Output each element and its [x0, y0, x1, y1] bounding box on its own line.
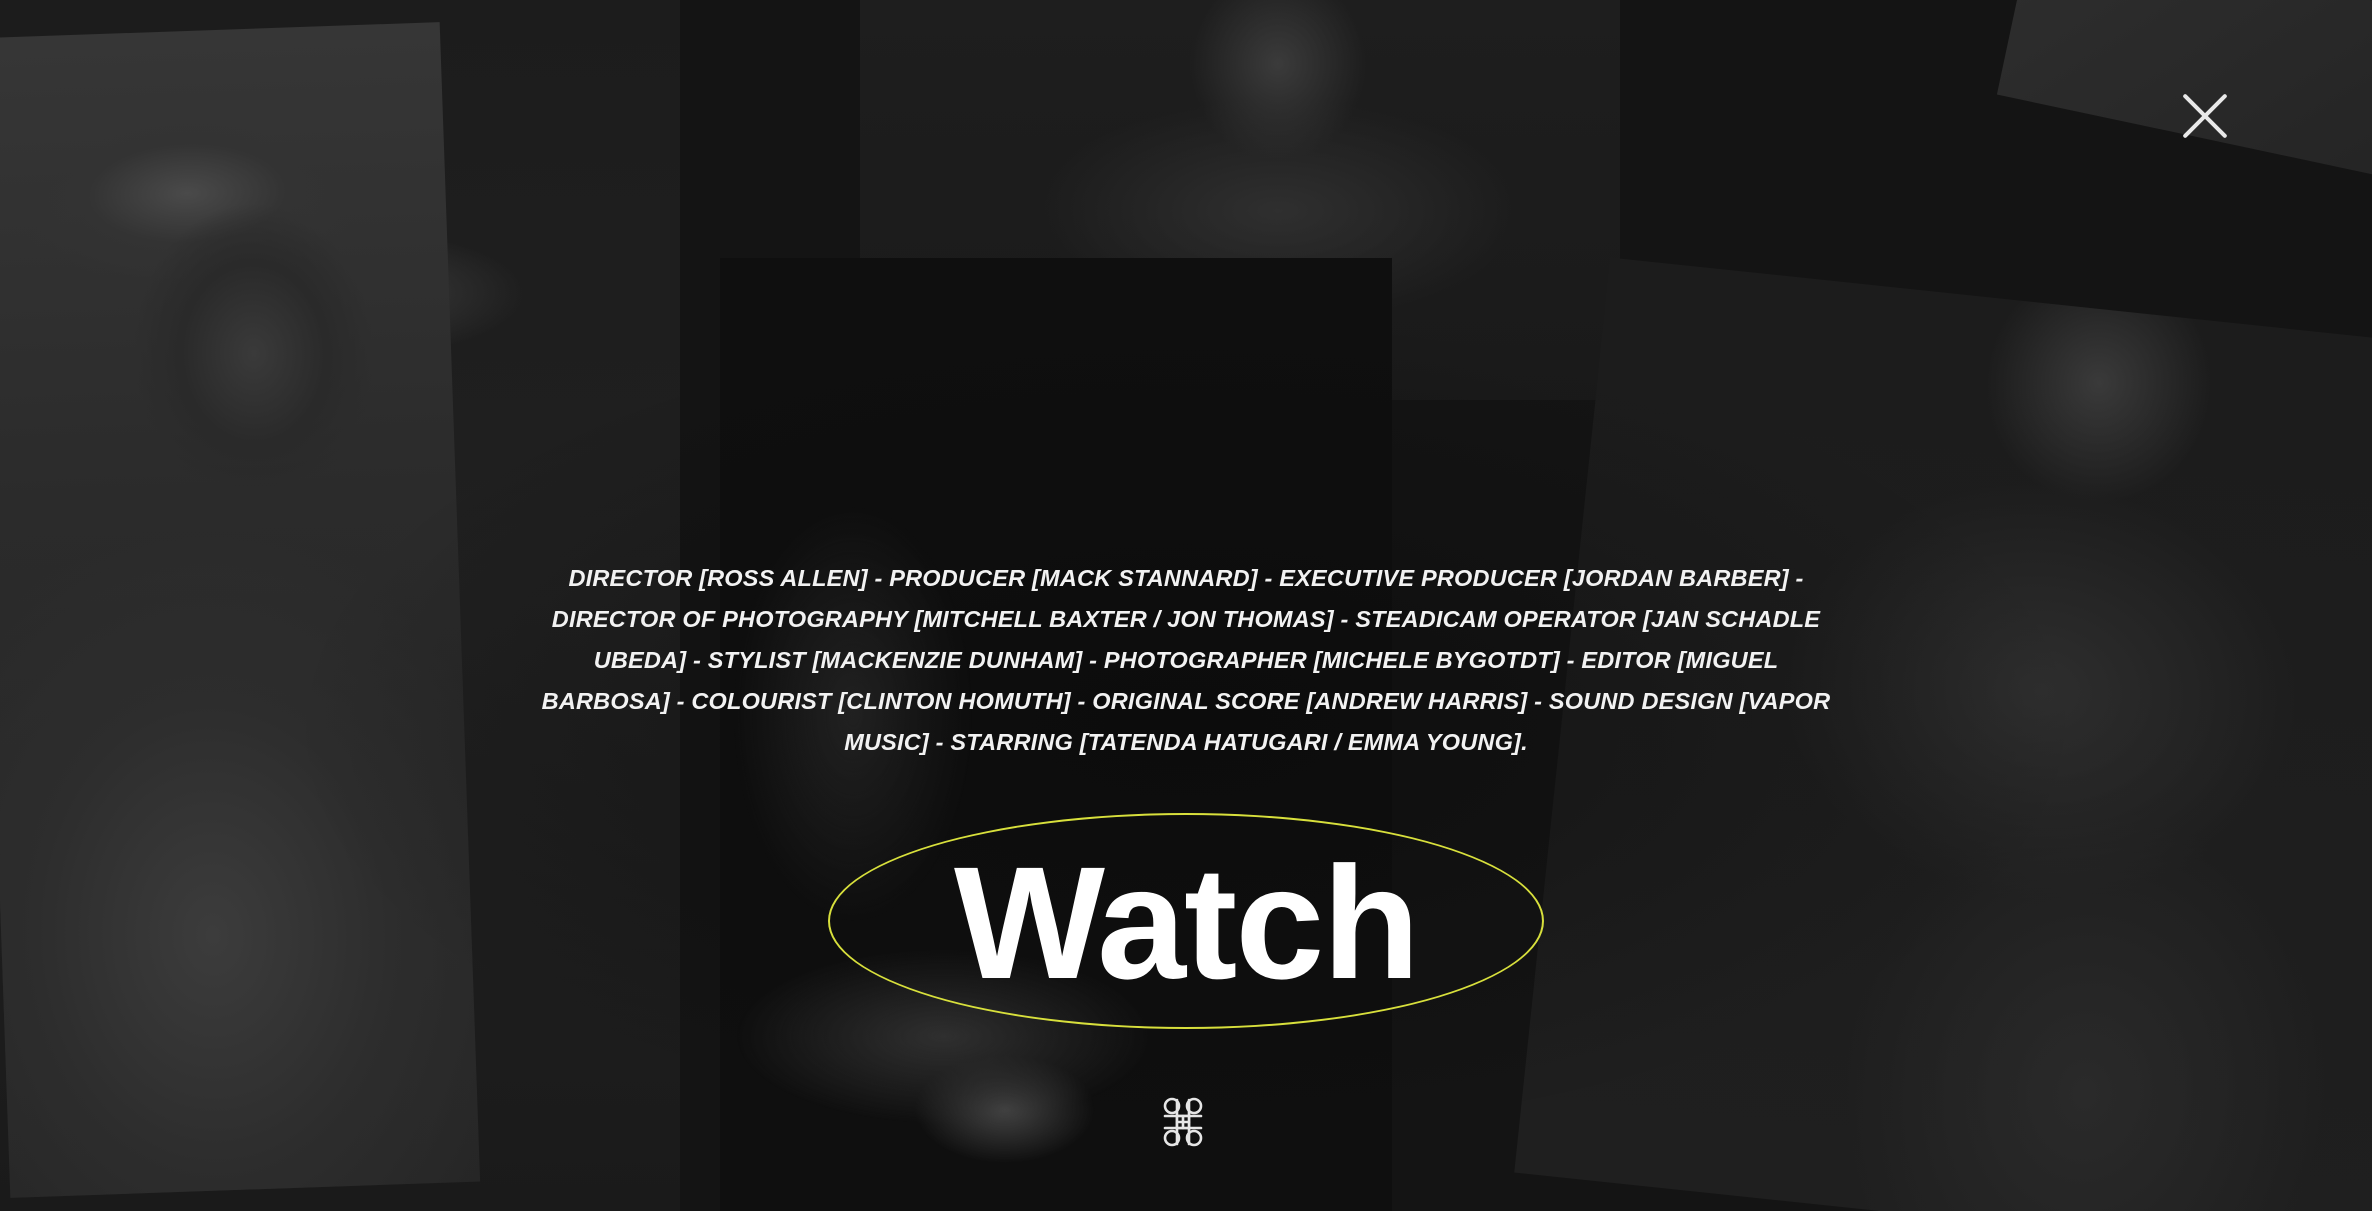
knot-logo-icon[interactable] [1155, 1094, 1211, 1150]
watch-button-label: Watch [953, 833, 1420, 1012]
credits-text: DIRECTOR [ROSS ALLEN] - PRODUCER [MACK S… [541, 565, 1831, 755]
watch-button[interactable]: Watch [828, 813, 1544, 1029]
video-credits-overlay: DIRECTOR [ROSS ALLEN] - PRODUCER [MACK S… [0, 0, 2372, 1211]
close-icon[interactable] [2176, 88, 2232, 144]
